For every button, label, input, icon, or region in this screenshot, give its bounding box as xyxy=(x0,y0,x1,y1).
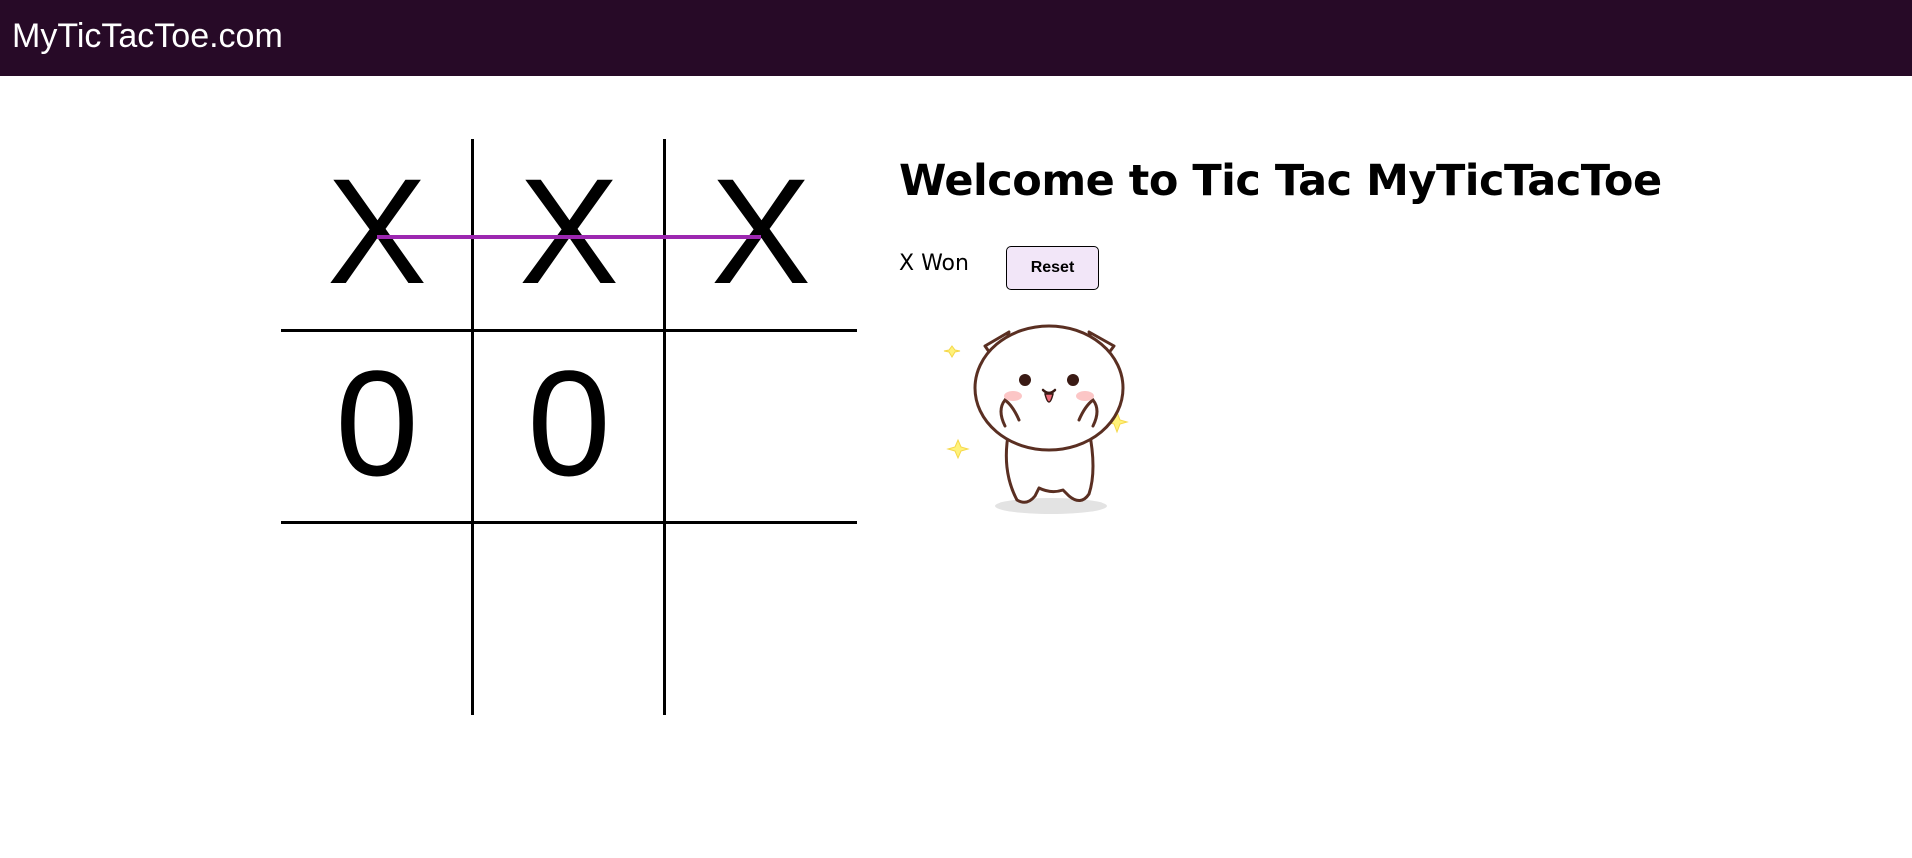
reset-button[interactable]: Reset xyxy=(1006,246,1099,290)
grid-line-horizontal xyxy=(281,329,857,332)
navbar: MyTicTacToe.com xyxy=(0,0,1912,76)
board-cell-5[interactable] xyxy=(665,331,857,523)
cell-mark: X xyxy=(326,147,428,315)
site-logo[interactable]: MyTicTacToe.com xyxy=(12,16,283,56)
sparkle-icon xyxy=(946,438,970,460)
cell-mark: X xyxy=(710,147,812,315)
board-cell-4[interactable]: 0 xyxy=(473,331,665,523)
board-cell-7[interactable] xyxy=(473,523,665,715)
grid-line-vertical xyxy=(471,139,474,715)
happy-cat-icon xyxy=(943,324,1129,514)
board-cell-6[interactable] xyxy=(281,523,473,715)
cell-mark: X xyxy=(518,147,620,315)
winning-line xyxy=(377,235,761,239)
game-board: X X X 0 0 xyxy=(281,139,857,715)
info-panel: Welcome to Tic Tac MyTicTacToe X Won Res… xyxy=(899,150,1799,514)
page-title: Welcome to Tic Tac MyTicTacToe xyxy=(899,156,1662,206)
grid-line-vertical xyxy=(663,139,666,715)
game-status: X Won xyxy=(899,251,969,276)
board-cell-8[interactable] xyxy=(665,523,857,715)
sparkle-icon xyxy=(943,345,961,358)
board-cell-3[interactable]: 0 xyxy=(281,331,473,523)
grid-line-horizontal xyxy=(281,521,857,524)
status-row: X Won Reset xyxy=(899,246,1299,290)
cell-mark: 0 xyxy=(335,339,419,507)
cell-mark: 0 xyxy=(527,339,611,507)
